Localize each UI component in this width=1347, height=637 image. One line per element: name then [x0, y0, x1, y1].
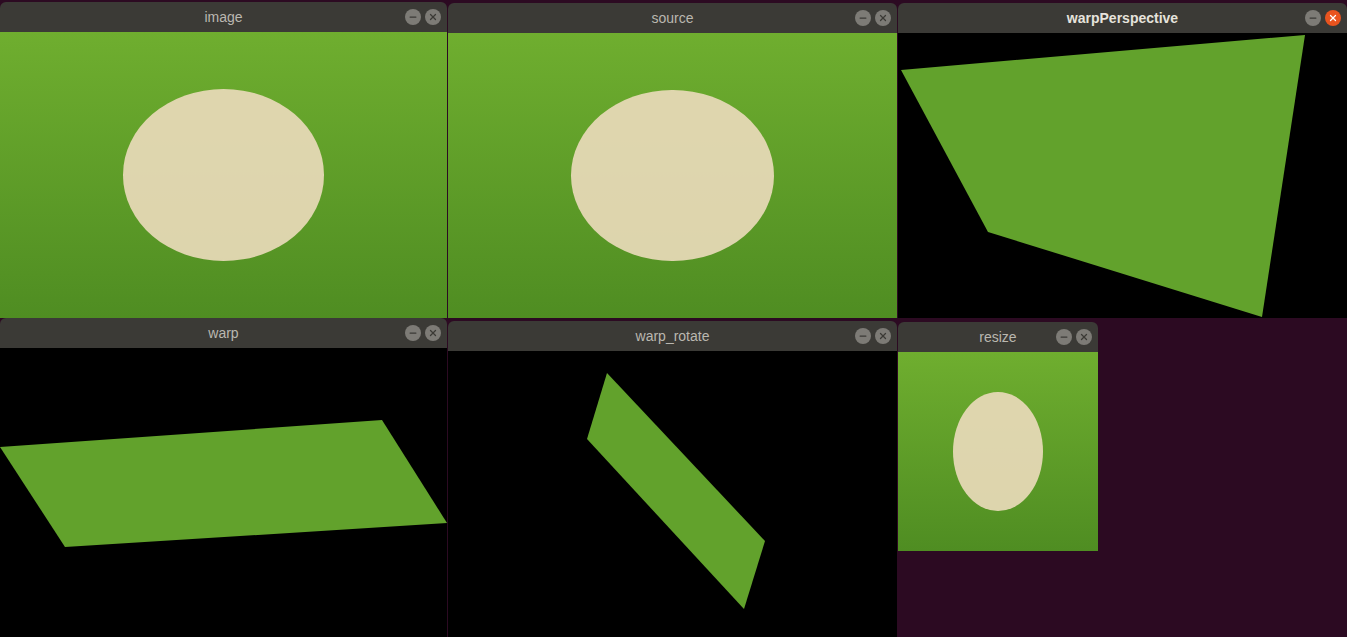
- puppy: [571, 90, 773, 261]
- window-title-bar[interactable]: warp_rotate: [448, 321, 897, 351]
- warped-photo: [898, 33, 1347, 318]
- window-title: warp_rotate: [636, 326, 710, 347]
- window-title: resize: [979, 327, 1016, 348]
- close-icon: [428, 12, 438, 22]
- photo: [448, 33, 897, 318]
- close-button[interactable]: [425, 325, 441, 341]
- minimize-button[interactable]: [855, 10, 871, 26]
- window-title: warp: [208, 323, 238, 344]
- window-title-bar[interactable]: resize: [898, 322, 1098, 352]
- window-title: image: [204, 7, 242, 28]
- warped-image: [448, 351, 897, 637]
- window[interactable]: source: [448, 3, 897, 318]
- minimize-icon: [408, 12, 418, 22]
- warped-photo: [448, 351, 897, 637]
- photo: [898, 352, 1098, 551]
- window-title: source: [651, 8, 693, 29]
- window[interactable]: warp: [0, 318, 447, 637]
- window-title-bar[interactable]: source: [448, 3, 897, 33]
- close-button[interactable]: [425, 9, 441, 25]
- photo: [0, 32, 447, 318]
- close-icon: [878, 331, 888, 341]
- minimize-icon: [858, 331, 868, 341]
- desktop: image source warpPerspective warp warp_rotat…: [0, 0, 1347, 637]
- close-icon: [878, 13, 888, 23]
- window[interactable]: warp_rotate: [448, 321, 897, 637]
- window-title: warpPerspective: [1067, 8, 1178, 29]
- minimize-icon: [1059, 332, 1069, 342]
- window-title-bar[interactable]: warpPerspective: [898, 3, 1347, 33]
- warped-image: [898, 33, 1347, 318]
- warped-photo: [0, 348, 447, 637]
- window-title-bar[interactable]: image: [0, 2, 447, 32]
- minimize-button[interactable]: [1056, 329, 1072, 345]
- window-title-bar[interactable]: warp: [0, 318, 447, 348]
- close-icon: [428, 328, 438, 338]
- puppy: [953, 392, 1043, 511]
- minimize-icon: [1308, 13, 1318, 23]
- warped-image: [0, 348, 447, 637]
- close-button[interactable]: [875, 10, 891, 26]
- minimize-button[interactable]: [1305, 10, 1321, 26]
- minimize-button[interactable]: [405, 9, 421, 25]
- window[interactable]: image: [0, 2, 447, 318]
- close-button[interactable]: [875, 328, 891, 344]
- window[interactable]: resize: [898, 322, 1098, 551]
- puppy: [123, 89, 324, 261]
- close-button[interactable]: [1076, 329, 1092, 345]
- minimize-button[interactable]: [405, 325, 421, 341]
- minimize-button[interactable]: [855, 328, 871, 344]
- close-icon: [1079, 332, 1089, 342]
- minimize-icon: [408, 328, 418, 338]
- close-button[interactable]: [1325, 10, 1341, 26]
- window[interactable]: warpPerspective: [898, 3, 1347, 318]
- close-icon: [1328, 13, 1338, 23]
- minimize-icon: [858, 13, 868, 23]
